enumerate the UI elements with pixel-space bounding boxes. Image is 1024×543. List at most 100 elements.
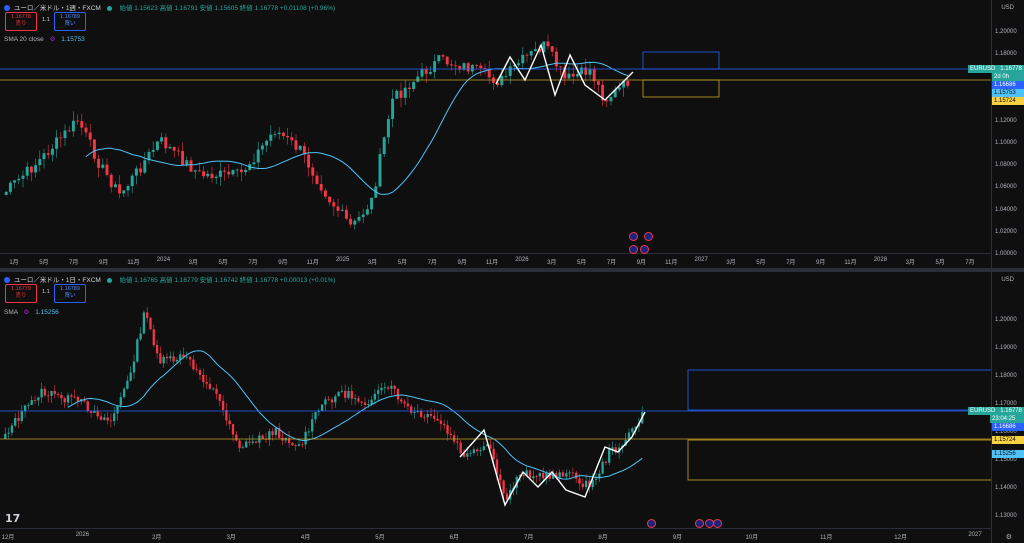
candle — [294, 443, 297, 451]
candle — [84, 122, 88, 137]
candle — [390, 380, 393, 396]
candle — [535, 474, 538, 483]
candle — [208, 377, 212, 390]
candle — [271, 428, 274, 441]
price-axis[interactable]: USD 1.200001.180001.160001.140001.120001… — [991, 0, 1024, 268]
candle — [608, 444, 611, 466]
time-tick: 11月 — [306, 260, 319, 266]
rectangle-drawing[interactable] — [642, 51, 720, 70]
candle — [508, 62, 512, 85]
buy-label: 買い — [64, 293, 76, 299]
economic-event-icon[interactable] — [629, 245, 638, 254]
candle — [319, 175, 323, 194]
tradingview-logo[interactable]: 17 — [5, 512, 20, 525]
candle — [542, 467, 545, 481]
time-tick: 5月 — [39, 260, 49, 266]
currency-label[interactable]: USD — [1001, 277, 1014, 283]
candle — [105, 158, 109, 177]
time-tick: 12月 — [1, 535, 15, 541]
candle — [400, 397, 403, 405]
candle — [278, 422, 281, 439]
candle — [260, 142, 264, 156]
candle — [25, 161, 29, 180]
candle — [164, 133, 168, 154]
time-tick: 2月 — [152, 535, 162, 541]
sma-legend[interactable]: SMA 20 close ⚙ 1.15753 — [4, 35, 85, 43]
candle — [472, 446, 476, 456]
candle — [155, 140, 159, 152]
candle — [118, 175, 122, 199]
economic-event-icon[interactable] — [695, 519, 704, 528]
settings-icon[interactable]: ⚙ — [24, 309, 30, 316]
candle — [160, 132, 164, 144]
time-axis[interactable]: 12月 2026 2月 3月 4月 5月 6月 7月 8月 9月 10月 11月 12月 2027 — [0, 528, 992, 543]
daily-chart-canvas[interactable] — [0, 272, 992, 543]
candle — [147, 148, 151, 165]
time-tick: 2025 — [335, 257, 350, 263]
candle — [195, 363, 198, 373]
price-tick: 1.02000 — [995, 228, 1017, 235]
candle — [113, 181, 117, 188]
candle — [344, 384, 347, 403]
candle — [103, 413, 106, 421]
candle — [281, 431, 284, 446]
daily-chart-pane[interactable]: ユーロ／米ドル・1日・FXCM 始値 1.16765 高値 1.16779 安値… — [0, 272, 1024, 543]
price-tick: 1.14000 — [995, 485, 1017, 491]
candle — [76, 114, 80, 125]
candle — [426, 410, 429, 424]
candle — [604, 460, 608, 466]
candle — [380, 383, 383, 396]
candle — [202, 166, 206, 179]
candle — [63, 396, 66, 409]
buy-button[interactable]: 1.16789 買い — [54, 12, 86, 31]
economic-event-icon[interactable] — [713, 519, 722, 528]
time-tick: 7月 — [69, 260, 79, 266]
candle — [546, 34, 550, 50]
candle — [214, 174, 218, 185]
candle — [601, 458, 604, 475]
rectangle-drawing[interactable] — [687, 369, 992, 411]
time-tick: 9月 — [815, 260, 826, 266]
candle — [311, 412, 314, 439]
economic-event-icon[interactable] — [640, 245, 649, 254]
sma-legend[interactable]: SMA ⚙ 1.15256 — [4, 308, 59, 316]
candle — [248, 435, 251, 446]
candle — [17, 174, 21, 184]
sell-button[interactable]: 1.16779 売り — [5, 284, 37, 303]
candle — [151, 141, 155, 158]
sell-button[interactable]: 1.16778 売り — [5, 12, 37, 31]
economic-event-icon[interactable] — [644, 232, 653, 241]
symbol-title[interactable]: ユーロ／米ドル・1日・FXCM — [14, 277, 101, 284]
sma-tag: 1.15753 — [992, 89, 1024, 97]
candle — [324, 396, 327, 411]
currency-label[interactable]: USD — [1001, 5, 1014, 11]
zigzag-drawing[interactable] — [459, 411, 646, 507]
candle — [304, 426, 307, 449]
candle — [439, 414, 443, 431]
symbol-title[interactable]: ユーロ／米ドル・1週・FXCM — [14, 5, 101, 12]
candle — [42, 148, 46, 169]
price-tick: 1.08000 — [995, 162, 1017, 169]
economic-event-icon[interactable] — [647, 519, 656, 528]
candle — [132, 354, 136, 379]
weekly-chart-canvas[interactable] — [0, 0, 992, 268]
settings-icon[interactable]: ⚙ — [50, 36, 56, 43]
chart-settings-icon[interactable]: ⚙ — [1006, 533, 1012, 541]
candle — [529, 50, 533, 60]
candle — [139, 162, 143, 177]
candle — [396, 387, 400, 405]
candle — [139, 327, 142, 341]
time-axis[interactable]: 1月 5月 7月 9月 11月 2024 3月 5月 7月 9月 11月 2025 3月 5月 7月 9月 11… — [0, 253, 992, 268]
candle — [80, 113, 84, 136]
rectangle-drawing[interactable] — [642, 79, 720, 98]
buy-button[interactable]: 1.16789 買い — [54, 284, 86, 303]
candle — [281, 131, 285, 140]
candle — [192, 355, 195, 372]
candle — [50, 144, 54, 162]
candle — [533, 41, 537, 52]
rectangle-drawing[interactable] — [687, 439, 992, 481]
candle — [60, 392, 63, 405]
weekly-chart-pane[interactable]: ユーロ／米ドル・1週・FXCM 始値 1.15623 高値 1.16791 安値… — [0, 0, 1024, 268]
economic-event-icon[interactable] — [629, 232, 638, 241]
candle — [443, 419, 446, 430]
